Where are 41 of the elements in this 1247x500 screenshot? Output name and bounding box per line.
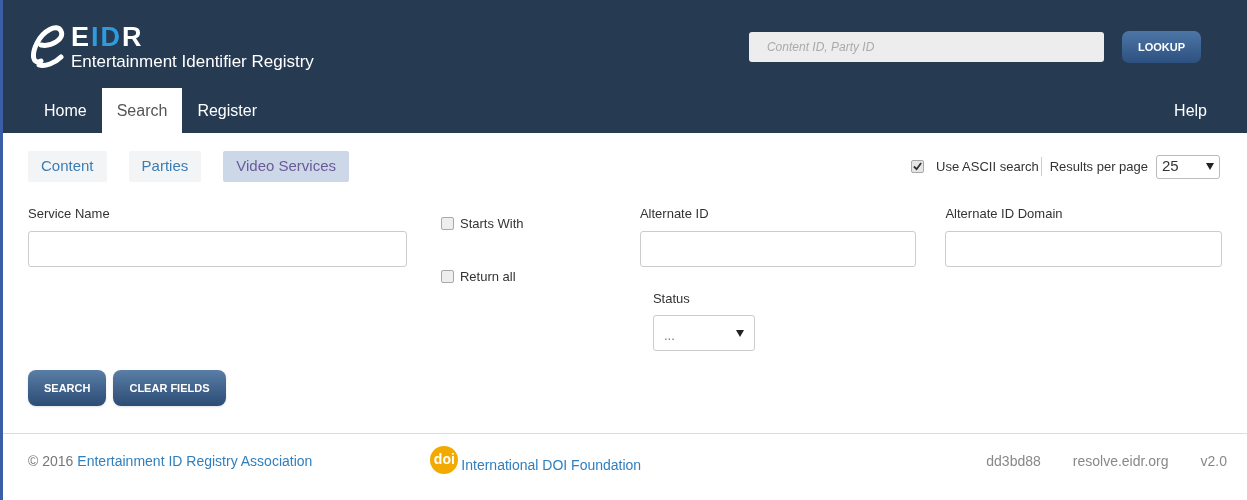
copyright-text: © 2016 <box>28 452 74 471</box>
alternate-id-domain-field[interactable] <box>945 230 1222 267</box>
search-tab[interactable]: Content <box>28 151 107 182</box>
ascii-checkbox[interactable] <box>911 160 925 173</box>
search-tab[interactable]: Video Services <box>223 151 349 182</box>
field-label: Alternate ID Domain <box>945 205 1064 223</box>
check-icon <box>913 162 923 171</box>
field-label: Service Name <box>28 205 111 223</box>
nav-tab[interactable]: Home <box>29 88 102 133</box>
help-link[interactable]: Help <box>1174 88 1207 133</box>
caret-icon <box>1206 163 1214 170</box>
status-select[interactable]: ... <box>652 315 755 351</box>
logo-subtitle: Entertainment Identifier Registry <box>71 53 314 70</box>
return-all-label: Return all <box>460 267 516 286</box>
results-per-page-label: Results per page <box>1049 157 1148 176</box>
lookup-button[interactable]: LOOKUP <box>1121 31 1201 63</box>
search-button[interactable]: SEARCH <box>28 370 107 406</box>
doi-foundation-link[interactable]: International DOI Foundation <box>461 455 642 476</box>
resolver-text: resolve.eidr.org <box>1072 452 1169 471</box>
field-label: Status <box>652 289 691 308</box>
ascii-label: Use ASCII search <box>932 156 1042 177</box>
results-per-page-select[interactable]: 25 <box>1156 154 1220 179</box>
clear-fields-button[interactable]: CLEAR FIELDS <box>113 370 226 406</box>
starts-with-label: Starts With <box>460 215 524 233</box>
association-link[interactable]: Entertainment ID Registry Association <box>77 451 313 472</box>
logo-wordmark: EIDR <box>71 24 145 51</box>
build-id-text: dd3bd88 <box>986 452 1041 471</box>
return-all-checkbox[interactable] <box>441 269 454 283</box>
search-tab[interactable]: Parties <box>128 151 202 182</box>
starts-with-checkbox[interactable] <box>441 217 454 231</box>
alternate-id-field[interactable] <box>639 230 917 267</box>
logo-e-icon <box>29 25 67 69</box>
version-text: v2.0 <box>1200 452 1227 471</box>
field-label: Alternate ID <box>639 205 710 223</box>
caret-icon <box>735 329 744 337</box>
lookup-field[interactable]: Content ID, Party ID <box>748 32 1104 62</box>
doi-logo: doi <box>430 445 459 474</box>
nav-tab[interactable]: Search <box>101 88 183 133</box>
nav-tab[interactable]: Register <box>182 88 272 133</box>
logo[interactable]: EIDR Entertainment Identifier Registry <box>29 24 314 70</box>
service-name-field[interactable] <box>28 230 407 267</box>
